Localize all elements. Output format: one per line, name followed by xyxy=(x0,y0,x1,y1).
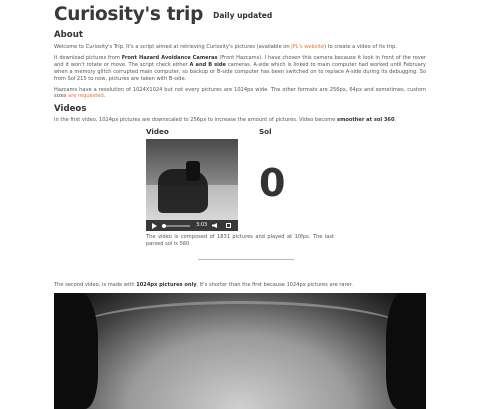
text: Hazcams have a resolution of 1024X1024 b… xyxy=(54,86,426,100)
jpl-website-link[interactable]: JPL's website xyxy=(291,44,324,50)
second-video-player[interactable] xyxy=(54,293,426,409)
main-content: About Welcome to Curiosity's Trip. It's … xyxy=(54,30,426,128)
volume-icon[interactable] xyxy=(212,223,217,228)
videos-heading: Videos xyxy=(54,104,87,115)
horizon-line xyxy=(68,301,412,364)
time-display: 3:03 xyxy=(196,222,208,228)
text: In the first video, 1024px pictures are … xyxy=(54,117,338,124)
videos-intro: In the first video, 1024px pictures are … xyxy=(54,117,426,124)
text: . xyxy=(394,117,397,124)
site-tagline: Daily updated xyxy=(213,11,273,20)
text: The second video, is made with xyxy=(54,282,137,288)
second-video-intro: The second video, is made with 1024px pi… xyxy=(54,282,426,289)
left-shadow xyxy=(54,293,98,409)
video-caption: The video is composed of 1831 pictures a… xyxy=(146,234,334,247)
progress-track[interactable] xyxy=(162,225,190,227)
site-title: Curiosity's trip xyxy=(54,4,204,25)
rover-shadow xyxy=(158,169,208,213)
sol-value: 0 xyxy=(259,161,286,205)
about-heading: About xyxy=(54,30,83,40)
video-player[interactable]: 3:03 xyxy=(146,139,238,231)
about-paragraph-2: It download pictures from Front Hazard A… xyxy=(54,55,426,83)
play-icon[interactable] xyxy=(152,223,157,229)
divider xyxy=(198,259,294,260)
progress-knob[interactable] xyxy=(162,223,166,228)
page: Curiosity's trip Daily updated About Wel… xyxy=(0,0,481,409)
strong-text: A and B side xyxy=(189,61,227,68)
site-header: Curiosity's trip Daily updated xyxy=(54,4,272,25)
strong-text: 1024px pictures only xyxy=(136,282,197,288)
about-paragraph-1: Welcome to Curiosity's Trip. It's a scri… xyxy=(54,44,426,51)
strong-text: Front Hazard Avoidance Cameras xyxy=(121,54,218,61)
text: Welcome to Curiosity's Trip. It's a scri… xyxy=(54,44,292,50)
right-shadow xyxy=(386,293,426,409)
sol-column-heading: Sol xyxy=(259,127,272,136)
player-controls: 3:03 xyxy=(146,220,238,231)
text: . It's shorter than the first because 10… xyxy=(196,282,353,288)
strong-text: smoother at sol 360 xyxy=(337,117,395,124)
are-requested-link[interactable]: are requested xyxy=(68,93,104,99)
text: It download pictures from xyxy=(54,54,122,61)
fullscreen-icon[interactable] xyxy=(226,223,231,228)
text: ) to create a video of its trip. xyxy=(324,44,397,50)
video-column-heading: Video xyxy=(146,127,169,136)
text: . xyxy=(103,93,106,100)
rover-mast-shadow xyxy=(186,161,200,181)
about-paragraph-3: Hazcams have a resolution of 1024X1024 b… xyxy=(54,87,426,101)
